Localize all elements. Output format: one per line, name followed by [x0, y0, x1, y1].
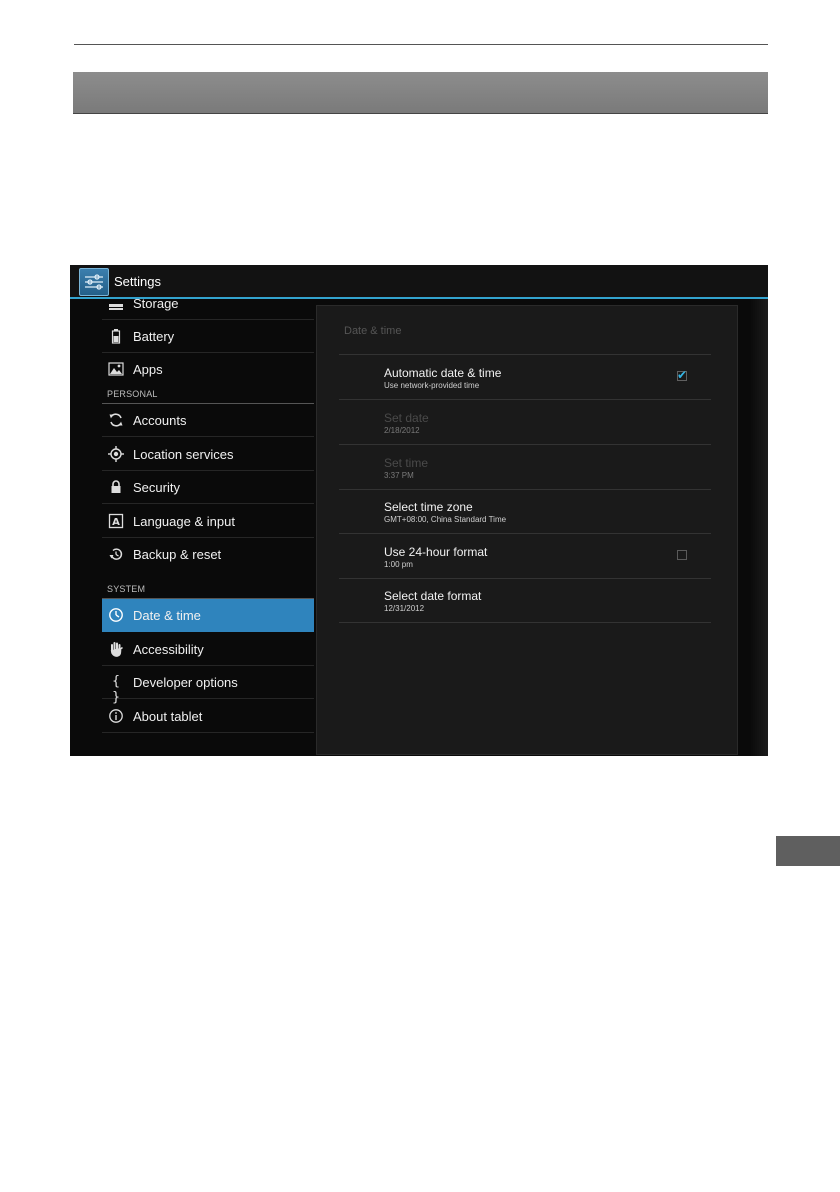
settings-nav-list[interactable]: Storage Battery Apps PERSONAL Accounts L…	[102, 299, 314, 756]
action-bar-title: Settings	[114, 274, 161, 289]
pref-summary: 12/31/2012	[384, 604, 425, 613]
sidebar-item-label: Developer options	[133, 675, 238, 690]
sidebar-item-label: Language & input	[133, 514, 235, 529]
sidebar-item-accessibility[interactable]: Accessibility	[102, 633, 314, 666]
battery-icon	[108, 328, 124, 344]
sidebar-item-developer-options[interactable]: { } Developer options	[102, 666, 314, 705]
tablet-screen: Settings Storage Battery Apps PERSONAL A…	[70, 265, 768, 756]
info-icon	[108, 708, 124, 724]
restore-icon	[108, 546, 124, 562]
pref-title: Select time zone	[384, 500, 473, 514]
sidebar-item-battery[interactable]: Battery	[102, 320, 314, 353]
pref-title: Set date	[384, 411, 429, 425]
sidebar-item-location-services[interactable]: Location services	[102, 438, 314, 471]
sidebar-item-security[interactable]: Security	[102, 471, 314, 504]
pref-set-time: Set time 3:37 PM	[339, 445, 711, 489]
use-24-hour-checkbox[interactable]	[677, 550, 687, 560]
sidebar-item-language-input[interactable]: A Language & input	[102, 505, 314, 538]
sidebar-item-label: About tablet	[133, 709, 203, 724]
pref-automatic-date-time[interactable]: Automatic date & time Use network-provid…	[339, 355, 711, 399]
section-header-personal: PERSONAL	[107, 389, 158, 399]
pref-summary: 3:37 PM	[384, 471, 414, 480]
sidebar-item-label: Location services	[133, 447, 234, 462]
pref-summary: Use network-provided time	[384, 381, 480, 390]
sidebar-item-label: Backup & reset	[133, 547, 222, 562]
detail-heading: Date & time	[344, 325, 402, 337]
sidebar-item-label: Accounts	[133, 413, 187, 428]
pref-title: Set time	[384, 456, 429, 470]
sidebar-item-about-tablet[interactable]: About tablet	[102, 700, 314, 733]
svg-text:A: A	[112, 517, 120, 528]
pref-select-date-format[interactable]: Select date format 12/31/2012	[339, 578, 711, 622]
sidebar-item-label: Storage	[133, 299, 179, 311]
sidebar-item-storage[interactable]: Storage	[102, 299, 314, 320]
pref-title: Select date format	[384, 589, 482, 603]
page-top-rule	[74, 44, 768, 45]
sidebar-item-backup-reset[interactable]: Backup & reset	[102, 538, 314, 571]
pref-title: Automatic date & time	[384, 366, 502, 380]
sidebar-item-label: Accessibility	[133, 642, 204, 657]
keyboard-a-icon: A	[108, 513, 124, 529]
pref-summary: 1:00 pm	[384, 560, 413, 569]
pref-title: Use 24-hour format	[384, 545, 488, 559]
clock-icon	[108, 607, 124, 623]
settings-sliders-icon[interactable]	[79, 268, 109, 296]
date-time-detail-pane: Date & time Automatic date & time Use ne…	[316, 305, 738, 755]
sidebar-item-label: Date & time	[133, 608, 201, 623]
pref-use-24-hour-format[interactable]: Use 24-hour format 1:00 pm	[339, 534, 711, 578]
action-bar: Settings	[70, 265, 768, 299]
location-icon	[108, 446, 124, 462]
sidebar-item-apps[interactable]: Apps	[102, 353, 314, 386]
sidebar-item-label: Security	[133, 480, 180, 495]
hand-icon	[108, 641, 124, 657]
pref-divider	[339, 622, 711, 623]
braces-icon: { }	[112, 674, 120, 705]
pref-select-time-zone[interactable]: Select time zone GMT+08:00, China Standa…	[339, 489, 711, 533]
automatic-date-time-checkbox[interactable]	[677, 368, 687, 382]
apps-icon	[108, 361, 124, 377]
sidebar-item-accounts[interactable]: Accounts	[102, 404, 314, 437]
section-header-bar	[73, 72, 768, 114]
pref-summary: GMT+08:00, China Standard Time	[384, 515, 507, 524]
section-header-system: SYSTEM	[107, 584, 146, 594]
pref-summary: 2/18/2012	[384, 426, 420, 435]
screen-edge-shade	[750, 299, 768, 756]
sidebar-item-label: Apps	[133, 362, 163, 377]
sidebar-item-date-time[interactable]: Date & time	[102, 599, 314, 632]
sync-icon	[108, 412, 124, 428]
sidebar-item-label: Battery	[133, 329, 175, 344]
page-side-tab	[776, 836, 840, 866]
pref-set-date: Set date 2/18/2012	[339, 400, 711, 444]
lock-icon	[108, 479, 124, 495]
storage-icon	[108, 299, 124, 311]
